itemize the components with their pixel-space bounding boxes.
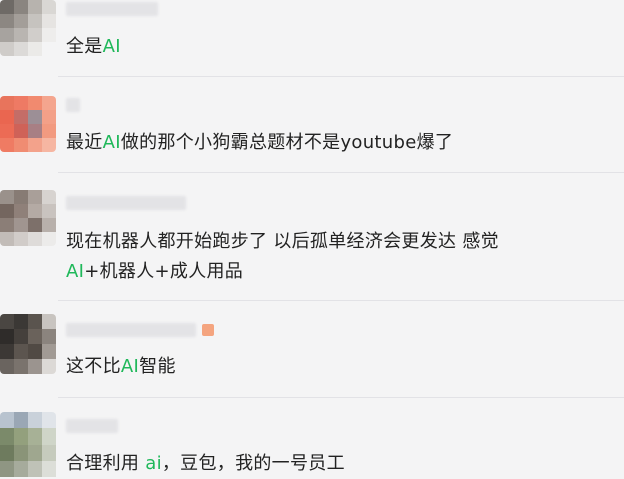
comment-text: 全是AI: [66, 36, 121, 57]
divider: [58, 397, 624, 398]
avatar[interactable]: [0, 96, 56, 152]
divider: [58, 76, 624, 77]
comment-text-line2: AI+机器人+成人用品: [66, 261, 244, 282]
avatar[interactable]: [0, 314, 56, 374]
username-redacted[interactable]: [66, 323, 196, 337]
avatar[interactable]: [0, 412, 56, 477]
username-redacted[interactable]: [66, 196, 186, 210]
comment-feed: 全是AI 最近AI做的那个小狗霸总题材不是youtube爆了 现在机器人都开始跑…: [0, 0, 624, 477]
comment-text: 现在机器人都开始跑步了 以后孤单经济会更发达 感觉: [66, 231, 499, 252]
username-redacted[interactable]: [66, 2, 158, 16]
username-redacted[interactable]: [66, 98, 80, 112]
comment-text: 最近AI做的那个小狗霸总题材不是youtube爆了: [66, 132, 454, 153]
comment-text: 这不比AI智能: [66, 356, 176, 377]
user-badge-icon: [202, 324, 214, 336]
avatar[interactable]: [0, 0, 56, 56]
divider: [58, 172, 624, 173]
divider: [58, 300, 624, 301]
username-redacted[interactable]: [66, 419, 118, 433]
avatar[interactable]: [0, 190, 56, 246]
comment-text: 合理利用 ai，豆包，我的一号员工: [66, 453, 345, 474]
